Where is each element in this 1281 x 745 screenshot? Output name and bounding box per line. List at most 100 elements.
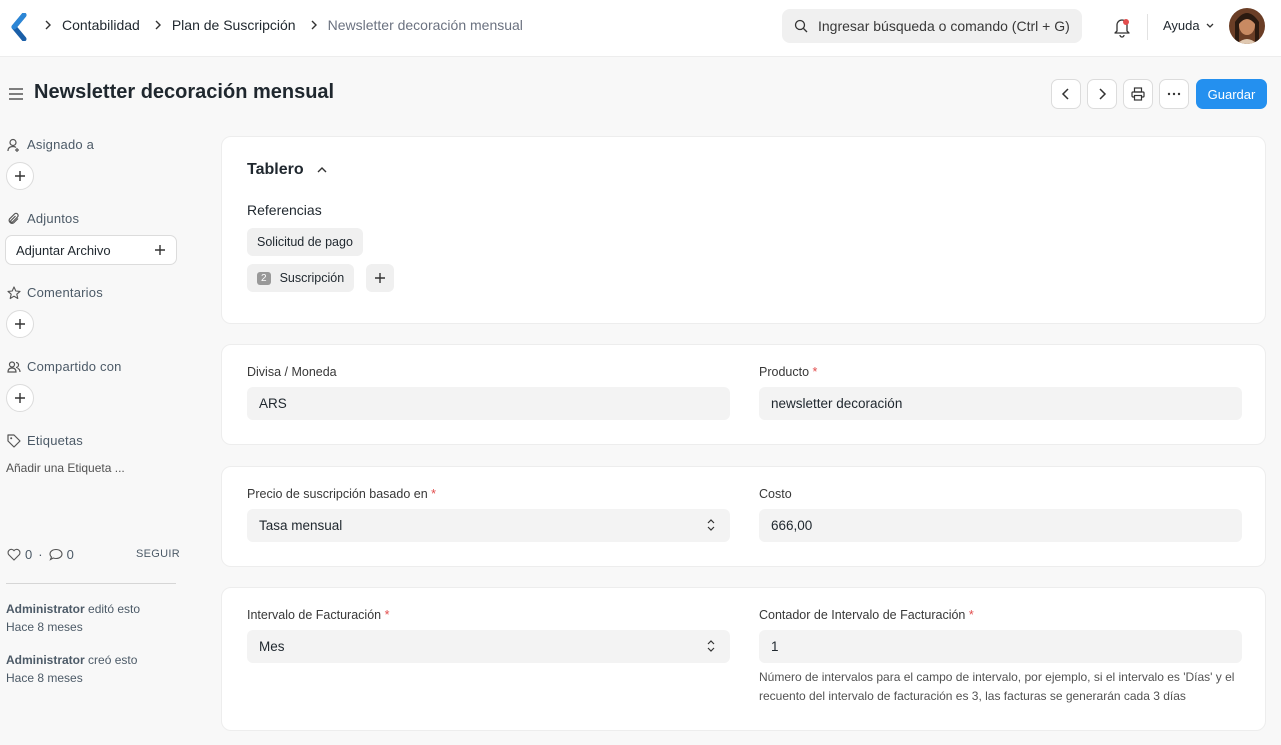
activity-item: Administrator creó esto Hace 8 meses — [6, 651, 137, 687]
required-mark: * — [431, 487, 437, 501]
link-label: Suscripción — [279, 271, 345, 285]
chevron-up-icon — [317, 167, 327, 173]
shared-with-label: Compartido con — [27, 359, 122, 374]
activity-user[interactable]: Administrator — [6, 602, 85, 616]
add-share-button[interactable] — [6, 384, 34, 412]
sidebar-toggle-icon[interactable] — [8, 87, 24, 101]
next-button[interactable] — [1087, 79, 1117, 109]
dashboard-section: Tablero Referencias Solicitud de pago 2 … — [221, 136, 1266, 324]
likes-comments-counter: 0 · 0 — [7, 547, 80, 562]
shared-with-section: Compartido con — [7, 359, 122, 374]
dashboard-header[interactable]: Tablero — [247, 161, 328, 179]
currency-label: Divisa / Moneda — [247, 365, 337, 379]
item-field[interactable]: newsletter decoración — [759, 387, 1242, 420]
previous-button[interactable] — [1051, 79, 1081, 109]
comments-count: 0 — [66, 547, 74, 562]
breadcrumb: Contabilidad Plan de Suscripción Newslet… — [44, 17, 537, 33]
link-payment-request[interactable]: Solicitud de pago — [247, 228, 363, 256]
comment-icon[interactable] — [48, 548, 63, 561]
follow-button[interactable]: SEGUIR — [136, 548, 180, 560]
app-logo-icon[interactable] — [10, 13, 28, 41]
tags-section: Etiquetas — [7, 433, 83, 448]
currency-item-section: Divisa / Moneda ARS Producto * newslette… — [221, 344, 1266, 445]
plus-icon — [375, 273, 385, 283]
heart-icon[interactable] — [7, 548, 21, 561]
select-arrows-icon — [707, 519, 715, 531]
item-label: Producto — [759, 365, 810, 379]
billing-count-help: Número de intervalos para el campo de in… — [759, 670, 1235, 703]
pricing-section: Precio de suscripción basado en * Tasa m… — [221, 466, 1266, 567]
breadcrumb-accounting[interactable]: Contabilidad — [62, 17, 140, 33]
tags-label: Etiquetas — [27, 433, 84, 448]
billing-interval-label-wrap: Intervalo de Facturación * — [247, 608, 389, 622]
chevron-right-icon — [1099, 88, 1107, 100]
avatar[interactable] — [1229, 8, 1265, 44]
comments-section: Comentarios — [7, 285, 103, 300]
billing-count-value: 1 — [771, 639, 779, 654]
top-navbar: Contabilidad Plan de Suscripción Newslet… — [0, 0, 1281, 57]
cost-field[interactable]: 666,00 — [759, 509, 1242, 542]
plus-icon — [15, 319, 25, 329]
billing-count-field[interactable]: 1 — [759, 630, 1242, 663]
chevron-down-icon — [1206, 23, 1214, 28]
attachments-label: Adjuntos — [27, 211, 80, 226]
search-placeholder: Ingresar búsqueda o comando (Ctrl + G) — [818, 18, 1070, 34]
activity-time: Hace 8 meses — [6, 620, 83, 634]
cost-label: Costo — [759, 487, 792, 501]
price-basis-label: Precio de suscripción basado en — [247, 487, 428, 501]
item-label-wrap: Producto * — [759, 365, 817, 379]
tag-icon — [7, 433, 21, 448]
chevron-right-icon — [154, 20, 162, 30]
billing-count-label: Contador de Intervalo de Facturación — [759, 608, 966, 622]
chevron-right-icon — [310, 20, 318, 30]
currency-field[interactable]: ARS — [247, 387, 730, 420]
more-icon — [1167, 92, 1181, 96]
chevron-left-icon — [1061, 88, 1069, 100]
breadcrumb-current[interactable]: Newsletter decoración mensual — [328, 17, 523, 33]
references-title: Referencias — [247, 202, 322, 218]
paperclip-icon — [8, 212, 19, 224]
more-actions-button[interactable] — [1159, 79, 1189, 109]
help-dropdown[interactable]: Ayuda — [1163, 18, 1215, 33]
search-input[interactable]: Ingresar búsqueda o comando (Ctrl + G) — [782, 9, 1082, 43]
price-basis-value: Tasa mensual — [259, 518, 343, 533]
billing-interval-label: Intervalo de Facturación — [247, 608, 382, 622]
sidebar-divider — [6, 583, 176, 584]
activity-action: creó esto — [88, 653, 138, 667]
help-label: Ayuda — [1163, 18, 1200, 33]
add-tag-link[interactable]: Añadir una Etiqueta ... — [6, 461, 125, 475]
cost-value: 666,00 — [771, 518, 813, 533]
plus-icon — [15, 171, 25, 181]
attach-file-button[interactable]: Adjuntar Archivo — [5, 235, 177, 265]
price-basis-select[interactable]: Tasa mensual — [247, 509, 730, 542]
attach-file-label: Adjuntar Archivo — [16, 242, 111, 258]
add-subscription-button[interactable] — [366, 264, 394, 292]
breadcrumb-subscription-plan[interactable]: Plan de Suscripción — [172, 17, 296, 33]
search-icon — [794, 19, 808, 33]
price-basis-label-wrap: Precio de suscripción basado en * — [247, 487, 436, 501]
required-mark: * — [384, 608, 390, 622]
attachments-section: Adjuntos — [7, 211, 79, 226]
link-count-badge: 2 — [257, 271, 271, 285]
star-icon — [7, 285, 21, 299]
add-assignee-button[interactable] — [6, 162, 34, 190]
billing-interval-value: Mes — [259, 639, 285, 654]
required-mark: * — [812, 365, 818, 379]
billing-section: Intervalo de Facturación * Mes Contador … — [221, 587, 1266, 731]
add-comment-button[interactable] — [6, 310, 34, 338]
activity-user[interactable]: Administrator — [6, 653, 85, 667]
billing-interval-select[interactable]: Mes — [247, 630, 730, 663]
print-button[interactable] — [1123, 79, 1153, 109]
link-label: Solicitud de pago — [257, 235, 353, 249]
link-subscription[interactable]: 2 Suscripción — [247, 264, 355, 292]
save-button[interactable]: Guardar — [1196, 79, 1267, 109]
chevron-right-icon — [44, 20, 52, 30]
printer-icon — [1131, 87, 1145, 101]
page-title: Newsletter decoración mensual — [34, 81, 335, 103]
likes-count: 0 — [25, 547, 33, 562]
plus-icon — [155, 245, 165, 255]
assigned-to-label: Asignado a — [27, 137, 95, 152]
counter-separator: · — [38, 547, 43, 562]
bell-icon[interactable] — [1112, 16, 1132, 38]
assigned-to-section: Asignado a — [7, 137, 94, 152]
